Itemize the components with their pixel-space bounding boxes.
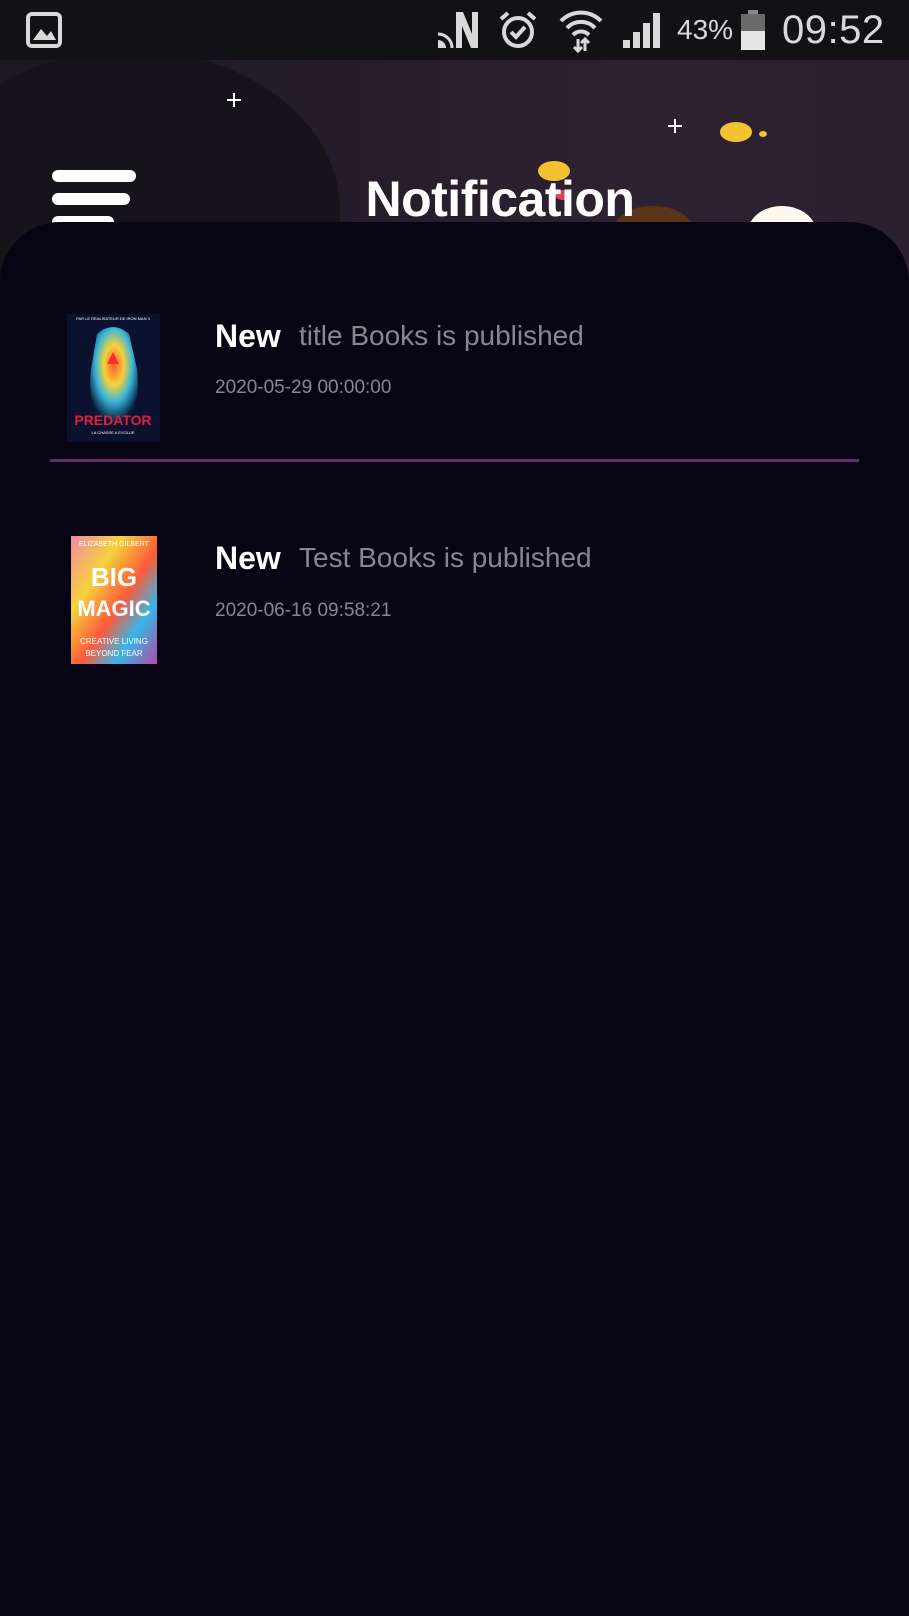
status-bar: 43% 09:52	[0, 0, 909, 60]
book-cover: ELIZABETH GILBERT BIG MAGIC CREATIVE LIV…	[71, 536, 157, 664]
notification-item[interactable]: ELIZABETH GILBERT BIG MAGIC CREATIVE LIV…	[50, 512, 859, 664]
cover-subtitle-line2: BEYOND FEAR	[85, 649, 143, 658]
gallery-icon	[26, 0, 62, 60]
menu-icon-line	[52, 170, 136, 182]
notification-list: PAR LE REALISATEUR DE IRON MAN 3 PREDATO…	[0, 222, 909, 1616]
cover-top-text: PAR LE REALISATEUR DE IRON MAN 3	[76, 316, 150, 321]
cover-subtitle-line1: CREATIVE LIVING	[80, 637, 148, 646]
n-icon	[436, 0, 480, 60]
menu-icon-line	[52, 193, 130, 205]
sparkle-icon	[227, 93, 241, 107]
notification-badge: New	[215, 540, 281, 576]
battery-icon	[740, 0, 766, 60]
notification-item[interactable]: PAR LE REALISATEUR DE IRON MAN 3 PREDATO…	[50, 294, 859, 462]
cover-title: PREDATOR	[74, 412, 151, 428]
status-time: 09:52	[782, 7, 885, 52]
notification-message: title Books is published	[299, 320, 584, 351]
page-title: Notification	[365, 171, 635, 227]
wifi-icon	[558, 0, 604, 60]
cover-title-line1: BIG	[91, 562, 137, 592]
battery-percent: 43%	[677, 14, 734, 45]
notification-date: 2020-05-29 00:00:00	[215, 377, 392, 398]
notification-message: Test Books is published	[299, 542, 592, 573]
notification-screen: 43% 09:52 Notification PAR LE REALISATEU…	[0, 0, 909, 1616]
book-cover: PAR LE REALISATEUR DE IRON MAN 3 PREDATO…	[67, 314, 160, 442]
signal-icon	[622, 0, 664, 60]
alarm-icon	[498, 0, 538, 60]
cover-subtitle: LA CHASSE A EVOLUE	[92, 430, 135, 435]
cover-author: ELIZABETH GILBERT	[79, 541, 150, 548]
notification-date: 2020-06-16 09:58:21	[215, 600, 392, 621]
notification-badge: New	[215, 318, 281, 354]
cover-title-line2: MAGIC	[77, 596, 150, 621]
